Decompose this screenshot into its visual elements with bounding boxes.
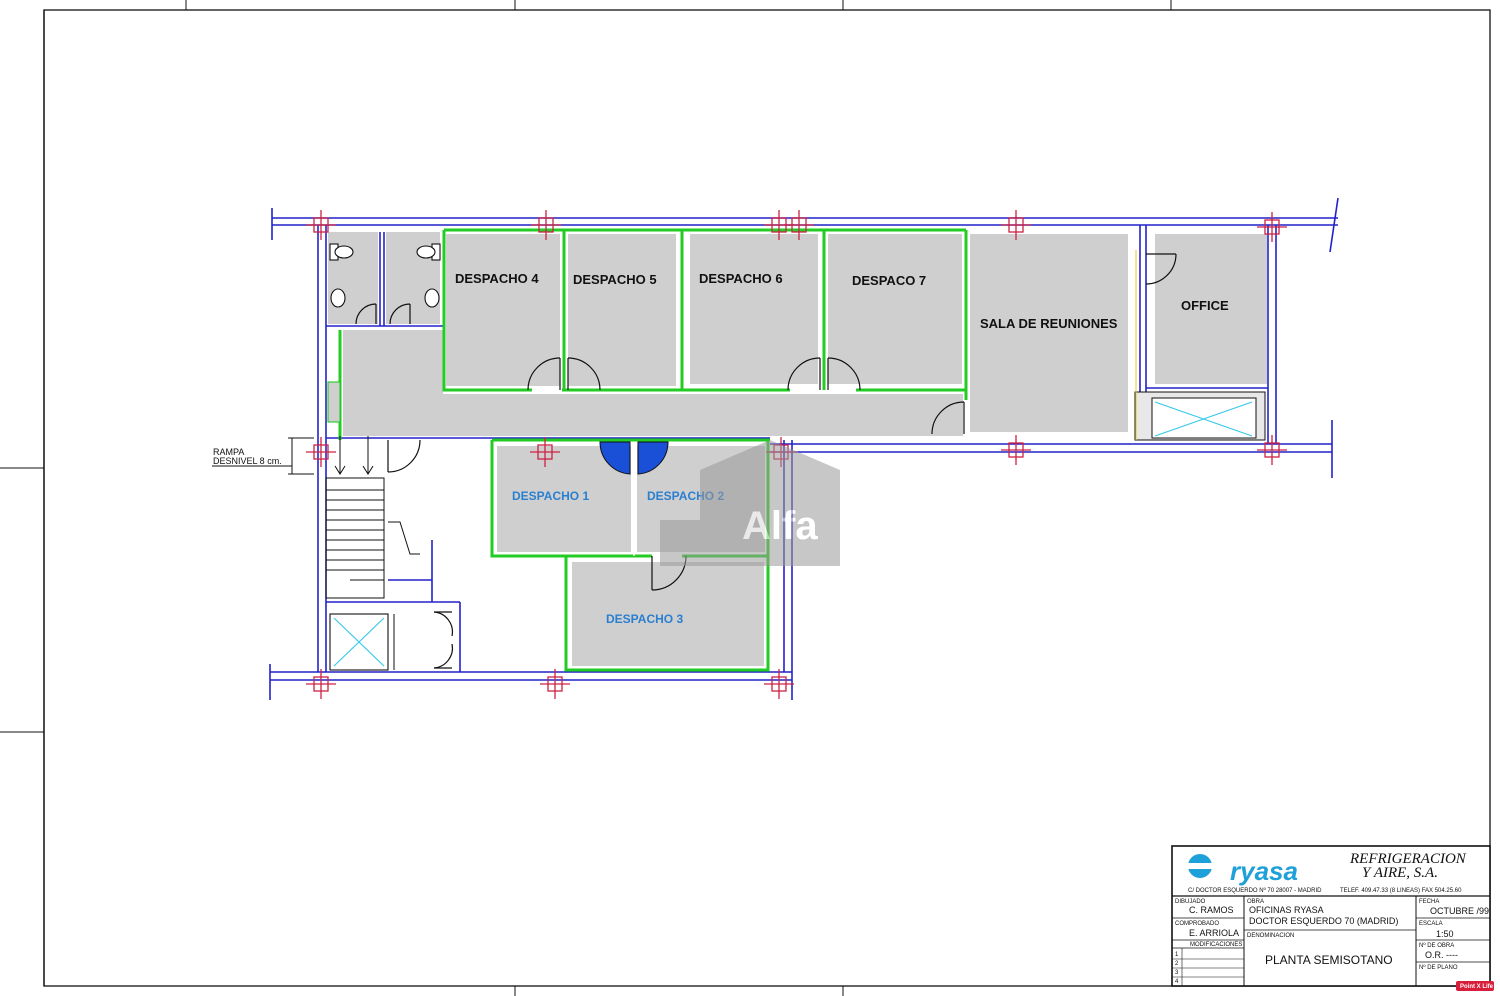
n-plano-header: Nº DE PLANO <box>1419 964 1458 971</box>
room-label-sala-reuniones: SALA DE REUNIONES <box>980 316 1118 331</box>
column-marker <box>764 669 794 699</box>
corner-badge: Point X Life <box>1456 981 1494 991</box>
staircase <box>325 436 420 599</box>
title-block: ryasa REFRIGERACION Y AIRE, S.A. C/ DOCT… <box>1171 845 1491 987</box>
floor-plan-drawing: RAMPA DESNIVEL 8 cm. DESPACHO 4 DESPACHO… <box>0 0 1494 996</box>
column-marker <box>306 437 336 467</box>
fecha-value: OCTUBRE /99 <box>1430 906 1489 916</box>
obra-line2: DOCTOR ESQUERDO 70 (MADRID) <box>1249 916 1398 926</box>
denominacion-header: DENOMINACION <box>1247 933 1294 939</box>
brand-name: ryasa <box>1230 856 1298 886</box>
escala-value: 1:50 <box>1436 929 1454 939</box>
room-label-office: OFFICE <box>1181 298 1229 313</box>
room-label-despacho-6: DESPACHO 6 <box>699 271 783 286</box>
elevator-shaft <box>329 613 395 671</box>
room-label-despacho-5: DESPACHO 5 <box>573 272 657 287</box>
n-obra-value: O.R. ---- <box>1425 950 1458 960</box>
company-address: C/ DOCTOR ESQUERDO Nº 70 28007 - MADRID <box>1188 887 1322 894</box>
n-obra-header: Nº DE OBRA <box>1419 942 1454 949</box>
door-swing <box>433 611 454 637</box>
obra-line1: OFICINAS RYASA <box>1249 905 1324 915</box>
company-phone: TELEF. 409.47.33 (8 LINEAS) FAX 504.25.6… <box>1340 888 1462 894</box>
room-label-despacho-7: DESPACO 7 <box>852 273 926 288</box>
door-swing <box>387 439 421 473</box>
room-label-despacho-3: DESPACHO 3 <box>606 612 683 626</box>
corner-badge-text: Point X Life <box>1460 984 1494 990</box>
column-marker <box>1001 435 1031 465</box>
denominacion-value: PLANTA SEMISOTANO <box>1265 953 1393 967</box>
comprobado-header: COMPROBADO <box>1175 921 1219 927</box>
column-marker <box>306 669 336 699</box>
dibujado-value: C. RAMOS <box>1189 905 1234 915</box>
modificaciones-header: MODIFICACIONES <box>1190 942 1242 948</box>
door-swing <box>433 643 454 669</box>
ramp-level-label: DESNIVEL 8 cm. <box>213 456 282 466</box>
floor-areas <box>328 232 1267 666</box>
comprobado-value: E. ARRIOLA <box>1189 928 1239 938</box>
column-marker <box>540 669 570 699</box>
room-label-despacho-1: DESPACHO 1 <box>512 489 589 503</box>
escala-header: ESCALA <box>1419 921 1443 927</box>
fecha-header: FECHA <box>1419 899 1439 905</box>
room-label-despacho-4: DESPACHO 4 <box>455 271 539 286</box>
company-name-line2: Y AIRE, S.A. <box>1362 865 1438 881</box>
watermark-text: Alfa <box>742 504 818 548</box>
